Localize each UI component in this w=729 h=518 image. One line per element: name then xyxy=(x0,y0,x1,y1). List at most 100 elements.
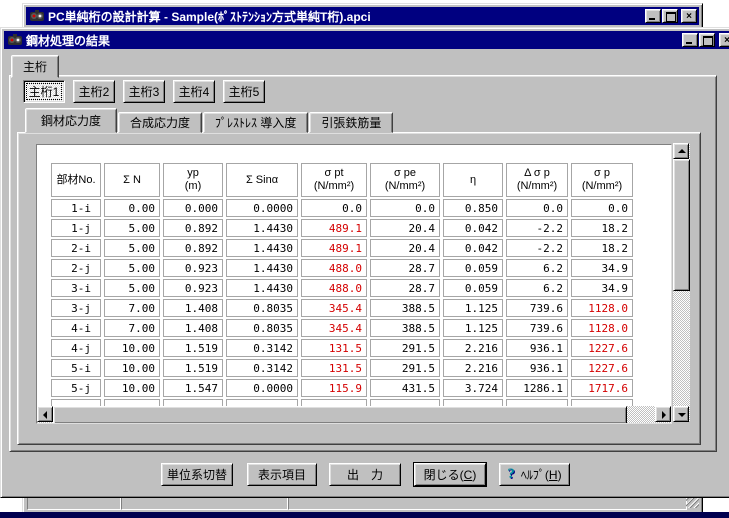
table-panel: 部材No. Σ Nyp (m) Σ Sinα σ pt (N/mm²) σ pe (N/… xyxy=(36,144,672,424)
value-cell: 431.5 xyxy=(370,379,440,397)
value-cell: 20.4 xyxy=(370,219,440,237)
value-cell: 2.216 xyxy=(443,359,503,377)
member-no-cell: 1-j xyxy=(51,219,101,237)
column-header: yp (m) xyxy=(163,163,223,197)
value-cell: 5.00 xyxy=(104,279,160,297)
arrow-up-icon xyxy=(678,149,686,153)
value-cell: 1.4430 xyxy=(226,239,298,257)
result-tabstrip: 鋼材応力度 合成応力度 ﾌﾟﾚｽﾄﾚｽ 導入度 引張鉄筋量 xyxy=(25,108,394,133)
value-cell: 5.00 xyxy=(104,219,160,237)
girder-button-4[interactable]: 主桁4 xyxy=(173,80,215,103)
tab-result-3[interactable]: ﾌﾟﾚｽﾄﾚｽ 導入度 xyxy=(203,112,309,133)
member-no-cell: 2-j xyxy=(51,259,101,277)
value-cell: 488.0 xyxy=(301,259,367,277)
member-no-cell: 4-i xyxy=(51,319,101,337)
scroll-right-button[interactable] xyxy=(655,406,671,422)
vertical-scrollbar-thumb[interactable] xyxy=(673,159,690,291)
value-cell: 739.6 xyxy=(506,299,568,317)
value-cell: 6.2 xyxy=(506,259,568,277)
value-cell: 28.7 xyxy=(370,279,440,297)
close-dialog-button[interactable]: 閉じる(C) xyxy=(413,462,487,487)
scroll-down-button[interactable] xyxy=(673,406,689,422)
tab-result-1[interactable]: 鋼材応力度 xyxy=(25,108,118,133)
column-header: σ pt (N/mm²) xyxy=(301,163,367,197)
column-header: 部材No. xyxy=(51,163,101,197)
value-cell: 18.2 xyxy=(571,239,633,257)
maximize-button[interactable] xyxy=(662,9,678,23)
table-row: 5-i 10.00 1.519 0.3142 131.5 291.5 2.216 936.1 1… xyxy=(51,359,633,377)
help-icon: ? xyxy=(507,466,515,482)
unit-switch-button[interactable]: 単位系切替 xyxy=(161,463,233,486)
value-cell: 115.9 xyxy=(301,379,367,397)
tab-girder[interactable]: 主桁 xyxy=(11,55,60,78)
app-icon xyxy=(30,10,44,21)
value-cell: 0.8035 xyxy=(226,299,298,317)
value-cell: 18.2 xyxy=(571,219,633,237)
value-cell: 28.7 xyxy=(370,259,440,277)
value-cell: 10.00 xyxy=(104,379,160,397)
value-cell: 2.216 xyxy=(443,339,503,357)
main-titlebar: PC単純桁の設計計算 - Sample(ﾎﾟｽﾄﾃﾝｼｮﾝ方式単純T桁).apc… xyxy=(26,7,699,25)
member-no-cell: 2-i xyxy=(51,239,101,257)
dialog-title: 鋼材処理の結果 xyxy=(26,33,111,48)
horizontal-scrollbar[interactable] xyxy=(37,406,671,423)
value-cell: 0.0 xyxy=(301,199,367,217)
close-dialog-label: 閉じる(C) xyxy=(423,468,477,482)
results-table: 部材No. Σ Nyp (m) Σ Sinα σ pt (N/mm²) σ pe (N/… xyxy=(48,161,636,419)
tab-result-4[interactable]: 引張鉄筋量 xyxy=(309,112,394,133)
arrow-down-icon xyxy=(678,413,686,417)
value-cell: 0.3142 xyxy=(226,359,298,377)
maximize-icon xyxy=(703,36,713,46)
girder-button-2[interactable]: 主桁2 xyxy=(73,80,115,103)
output-button[interactable]: 出 力 xyxy=(329,463,401,486)
girder-button-3[interactable]: 主桁3 xyxy=(123,80,165,103)
column-header: σ pe (N/mm²) xyxy=(370,163,440,197)
value-cell: 7.00 xyxy=(104,319,160,337)
value-cell: 345.4 xyxy=(301,319,367,337)
close-icon: × xyxy=(686,10,692,22)
scroll-left-button[interactable] xyxy=(37,406,53,422)
value-cell: 388.5 xyxy=(370,299,440,317)
minimize-button[interactable] xyxy=(645,9,661,23)
value-cell: 5.00 xyxy=(104,239,160,257)
value-cell: 0.892 xyxy=(163,239,223,257)
close-button[interactable]: × xyxy=(681,9,697,23)
close-icon: × xyxy=(724,34,729,46)
minimize-icon xyxy=(686,42,692,44)
value-cell: 6.2 xyxy=(506,279,568,297)
value-cell: 1.4430 xyxy=(226,279,298,297)
table-row: 4-i 7.00 1.408 0.8035 345.4 388.5 1.125 739.6 11… xyxy=(51,319,633,337)
value-cell: 1.125 xyxy=(443,299,503,317)
scroll-up-button[interactable] xyxy=(673,143,689,159)
dialog-maximize-button[interactable] xyxy=(699,33,715,47)
value-cell: 0.042 xyxy=(443,219,503,237)
member-no-cell: 3-j xyxy=(51,299,101,317)
value-cell: 0.923 xyxy=(163,259,223,277)
value-cell: 0.0 xyxy=(506,199,568,217)
value-cell: 0.0 xyxy=(571,199,633,217)
value-cell: -2.2 xyxy=(506,219,568,237)
value-cell: 1286.1 xyxy=(506,379,568,397)
value-cell: 0.923 xyxy=(163,279,223,297)
girder-button-5[interactable]: 主桁5 xyxy=(223,80,265,103)
display-items-label: 表示項目 xyxy=(257,468,306,482)
dialog-titlebar: 鋼材処理の結果 xyxy=(4,31,729,49)
display-items-button[interactable]: 表示項目 xyxy=(247,463,317,486)
value-cell: 0.000 xyxy=(163,199,223,217)
tab-result-2[interactable]: 合成応力度 xyxy=(118,112,203,133)
horizontal-scrollbar-thumb[interactable] xyxy=(53,406,627,423)
unit-switch-label: 単位系切替 xyxy=(166,468,227,482)
value-cell: 1.4430 xyxy=(226,219,298,237)
column-header: σ p (N/mm²) xyxy=(571,163,633,197)
help-button[interactable]: ? ﾍﾙﾌﾟ(H) xyxy=(499,463,570,486)
vertical-scrollbar[interactable] xyxy=(673,143,690,422)
value-cell: 10.00 xyxy=(104,339,160,357)
dialog-close-button[interactable]: × xyxy=(719,33,729,47)
value-cell: 7.00 xyxy=(104,299,160,317)
value-cell: 1.408 xyxy=(163,319,223,337)
value-cell: -2.2 xyxy=(506,239,568,257)
girder-button-1[interactable]: 主桁1 xyxy=(23,80,65,103)
arrow-left-icon xyxy=(43,411,47,419)
dialog-minimize-button[interactable] xyxy=(682,33,698,47)
value-cell: 20.4 xyxy=(370,239,440,257)
